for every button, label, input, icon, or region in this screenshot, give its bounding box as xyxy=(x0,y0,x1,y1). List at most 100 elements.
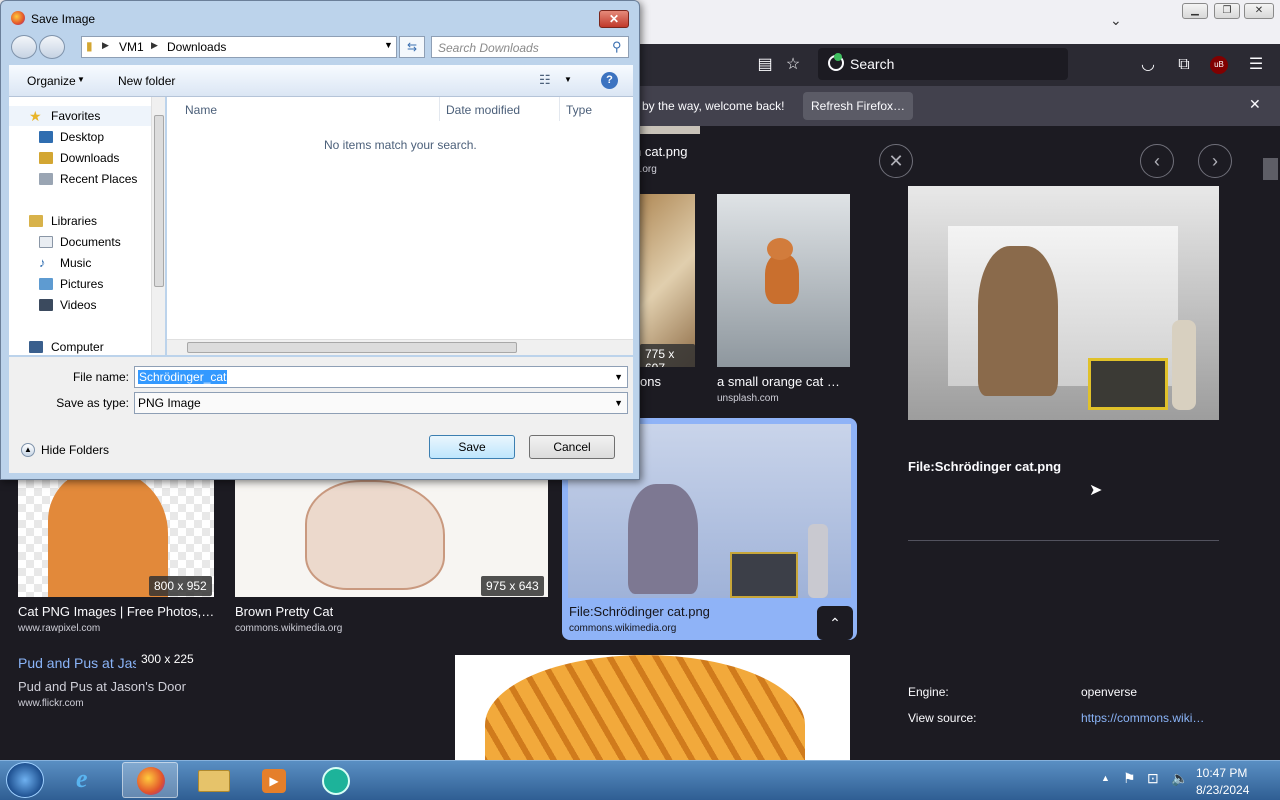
nav-scrollbar[interactable] xyxy=(151,97,165,355)
breadcrumb-arrow-icon[interactable]: ▶ xyxy=(102,40,109,51)
refresh-firefox-button[interactable]: Refresh Firefox… xyxy=(803,92,913,120)
nav-documents[interactable]: Documents xyxy=(9,232,154,252)
close-detail-icon[interactable]: ✕ xyxy=(879,144,913,178)
network-icon[interactable]: ⊡ xyxy=(1147,770,1159,787)
refresh-icon[interactable]: ⇆ xyxy=(399,36,425,58)
minimize-button[interactable]: ▁ xyxy=(1182,3,1208,19)
nav-desktop[interactable]: Desktop xyxy=(9,127,154,147)
result-source: commons.wikimedia.org xyxy=(235,623,343,634)
clock-date[interactable]: 8/23/2024 xyxy=(1196,783,1249,797)
ublock-icon[interactable]: uB xyxy=(1210,56,1228,74)
firefox-icon xyxy=(137,767,165,795)
cat-shape xyxy=(978,246,1058,396)
result-thumbnail-tabby[interactable] xyxy=(455,655,850,760)
view-source-link[interactable]: https://commons.wiki… xyxy=(1081,711,1204,725)
hide-folders-button[interactable]: Hide Folders xyxy=(41,443,109,457)
view-options-icon[interactable]: ☷ xyxy=(539,72,551,88)
tabby-cat-shape xyxy=(485,655,805,760)
result-thumbnail[interactable]: 800 x 952 xyxy=(18,480,214,597)
view-dropdown-icon[interactable]: ▼ xyxy=(564,75,572,84)
extensions-icon[interactable]: ⧉ xyxy=(1173,54,1195,76)
horizontal-scroll-thumb[interactable] xyxy=(187,342,517,353)
nav-pictures[interactable]: Pictures xyxy=(9,274,154,294)
view-source-label: View source: xyxy=(908,711,977,725)
result-dimensions: 800 x 952 xyxy=(149,576,212,596)
nav-computer[interactable]: Computer xyxy=(9,337,154,357)
nav-downloads[interactable]: Downloads xyxy=(9,148,154,168)
hide-folders-chevron-icon[interactable]: ▲ xyxy=(21,443,35,457)
result-caption[interactable]: Brown Pretty Cat xyxy=(235,604,333,619)
volume-icon[interactable]: 🔈 xyxy=(1171,770,1188,787)
save-type-value: PNG Image xyxy=(138,396,201,410)
column-header-type[interactable]: Type xyxy=(566,103,592,117)
result-thumbnail[interactable]: 975 x 643 xyxy=(235,480,548,597)
result-thumbnail-orange-cat[interactable] xyxy=(717,194,850,367)
cancel-button[interactable]: Cancel xyxy=(529,435,615,459)
back-button[interactable] xyxy=(11,35,37,59)
breadcrumb-vm1[interactable]: VM1 xyxy=(119,40,144,54)
tray-expand-icon[interactable]: ▲ xyxy=(1101,773,1110,783)
taskbar-ie[interactable]: e xyxy=(62,762,118,798)
toolbar-search-box[interactable]: Search xyxy=(818,48,1068,80)
tab-list-chevron-icon[interactable]: ⌄ xyxy=(1110,12,1122,29)
result-caption[interactable]: Pud and Pus at Jason's Door xyxy=(18,679,186,694)
firefox-logo-icon xyxy=(11,11,25,25)
address-bar[interactable]: ▮ ▶ VM1 ▶ Downloads ▼ xyxy=(81,36,397,58)
page-scrollbar[interactable] xyxy=(1261,126,1280,762)
breadcrumb-downloads[interactable]: Downloads xyxy=(167,40,226,54)
nav-libraries[interactable]: Libraries xyxy=(9,211,154,231)
column-divider[interactable] xyxy=(559,97,560,121)
close-window-button[interactable]: ✕ xyxy=(1244,3,1274,19)
file-name-input[interactable]: Schrödinger_cat ▼ xyxy=(134,366,628,388)
nav-favorites[interactable]: ★ Favorites xyxy=(9,106,154,126)
reader-view-icon[interactable]: ▤ xyxy=(754,54,776,76)
taskbar-explorer[interactable] xyxy=(186,762,242,798)
dialog-close-button[interactable]: ✕ xyxy=(599,10,629,28)
result-caption[interactable]: ons xyxy=(640,374,661,389)
page-scroll-thumb[interactable] xyxy=(1263,158,1278,180)
result-caption[interactable]: Cat PNG Images | Free Photos,… xyxy=(18,604,214,619)
result-thumbnail[interactable] xyxy=(640,126,700,134)
clock-time[interactable]: 10:47 PM xyxy=(1196,766,1247,780)
result-thumbnail[interactable]: 775 x 607 xyxy=(640,194,695,367)
next-image-icon[interactable]: › xyxy=(1198,144,1232,178)
forward-button[interactable] xyxy=(39,35,65,59)
result-caption[interactable]: n cat.png xyxy=(634,144,688,159)
nav-scroll-thumb[interactable] xyxy=(154,115,164,287)
save-type-select[interactable]: PNG Image ▼ xyxy=(134,392,628,414)
previous-image-icon[interactable]: ‹ xyxy=(1140,144,1174,178)
column-header-date[interactable]: Date modified xyxy=(446,103,520,117)
organize-dropdown-icon[interactable]: ▼ xyxy=(77,75,85,84)
notification-close-icon[interactable]: ✕ xyxy=(1249,96,1261,113)
nav-recent-places[interactable]: Recent Places xyxy=(9,169,154,189)
nav-videos[interactable]: Videos xyxy=(9,295,154,315)
taskbar-firefox[interactable] xyxy=(122,762,178,798)
file-name-dropdown-icon[interactable]: ▼ xyxy=(614,367,623,387)
scroll-top-chevron-icon[interactable]: ⌃ xyxy=(817,606,853,640)
column-header-name[interactable]: Name xyxy=(185,103,217,117)
dialog-search-input[interactable]: Search Downloads ⚲ xyxy=(431,36,629,58)
taskbar-app[interactable] xyxy=(308,762,364,798)
new-folder-button[interactable]: New folder xyxy=(118,74,175,88)
address-dropdown-icon[interactable]: ▼ xyxy=(384,40,393,50)
taskbar-media-player[interactable]: ▶ xyxy=(246,762,302,798)
result-caption[interactable]: a small orange cat … xyxy=(717,374,850,389)
nav-music[interactable]: ♪ Music xyxy=(9,253,154,273)
menu-hamburger-icon[interactable]: ☰ xyxy=(1245,54,1267,76)
save-type-dropdown-icon[interactable]: ▼ xyxy=(614,393,623,413)
save-button[interactable]: Save xyxy=(429,435,515,459)
organize-button[interactable]: Organize xyxy=(27,74,76,88)
bookmark-star-icon[interactable]: ☆ xyxy=(782,54,804,76)
restore-button[interactable]: ❐ xyxy=(1214,3,1240,19)
action-center-flag-icon[interactable]: ⚑ xyxy=(1123,770,1136,787)
breadcrumb-arrow-icon[interactable]: ▶ xyxy=(151,40,158,51)
pocket-icon[interactable]: ◡ xyxy=(1137,54,1159,76)
horizontal-scrollbar[interactable] xyxy=(167,339,633,355)
column-divider[interactable] xyxy=(439,97,440,121)
help-icon[interactable]: ? xyxy=(601,72,618,89)
search-icon[interactable]: ⚲ xyxy=(612,39,622,55)
flask-shape xyxy=(808,524,828,598)
result-caption[interactable]: File:Schrödinger cat.png xyxy=(569,604,710,619)
start-button[interactable] xyxy=(6,762,44,798)
detail-image[interactable] xyxy=(908,186,1219,420)
